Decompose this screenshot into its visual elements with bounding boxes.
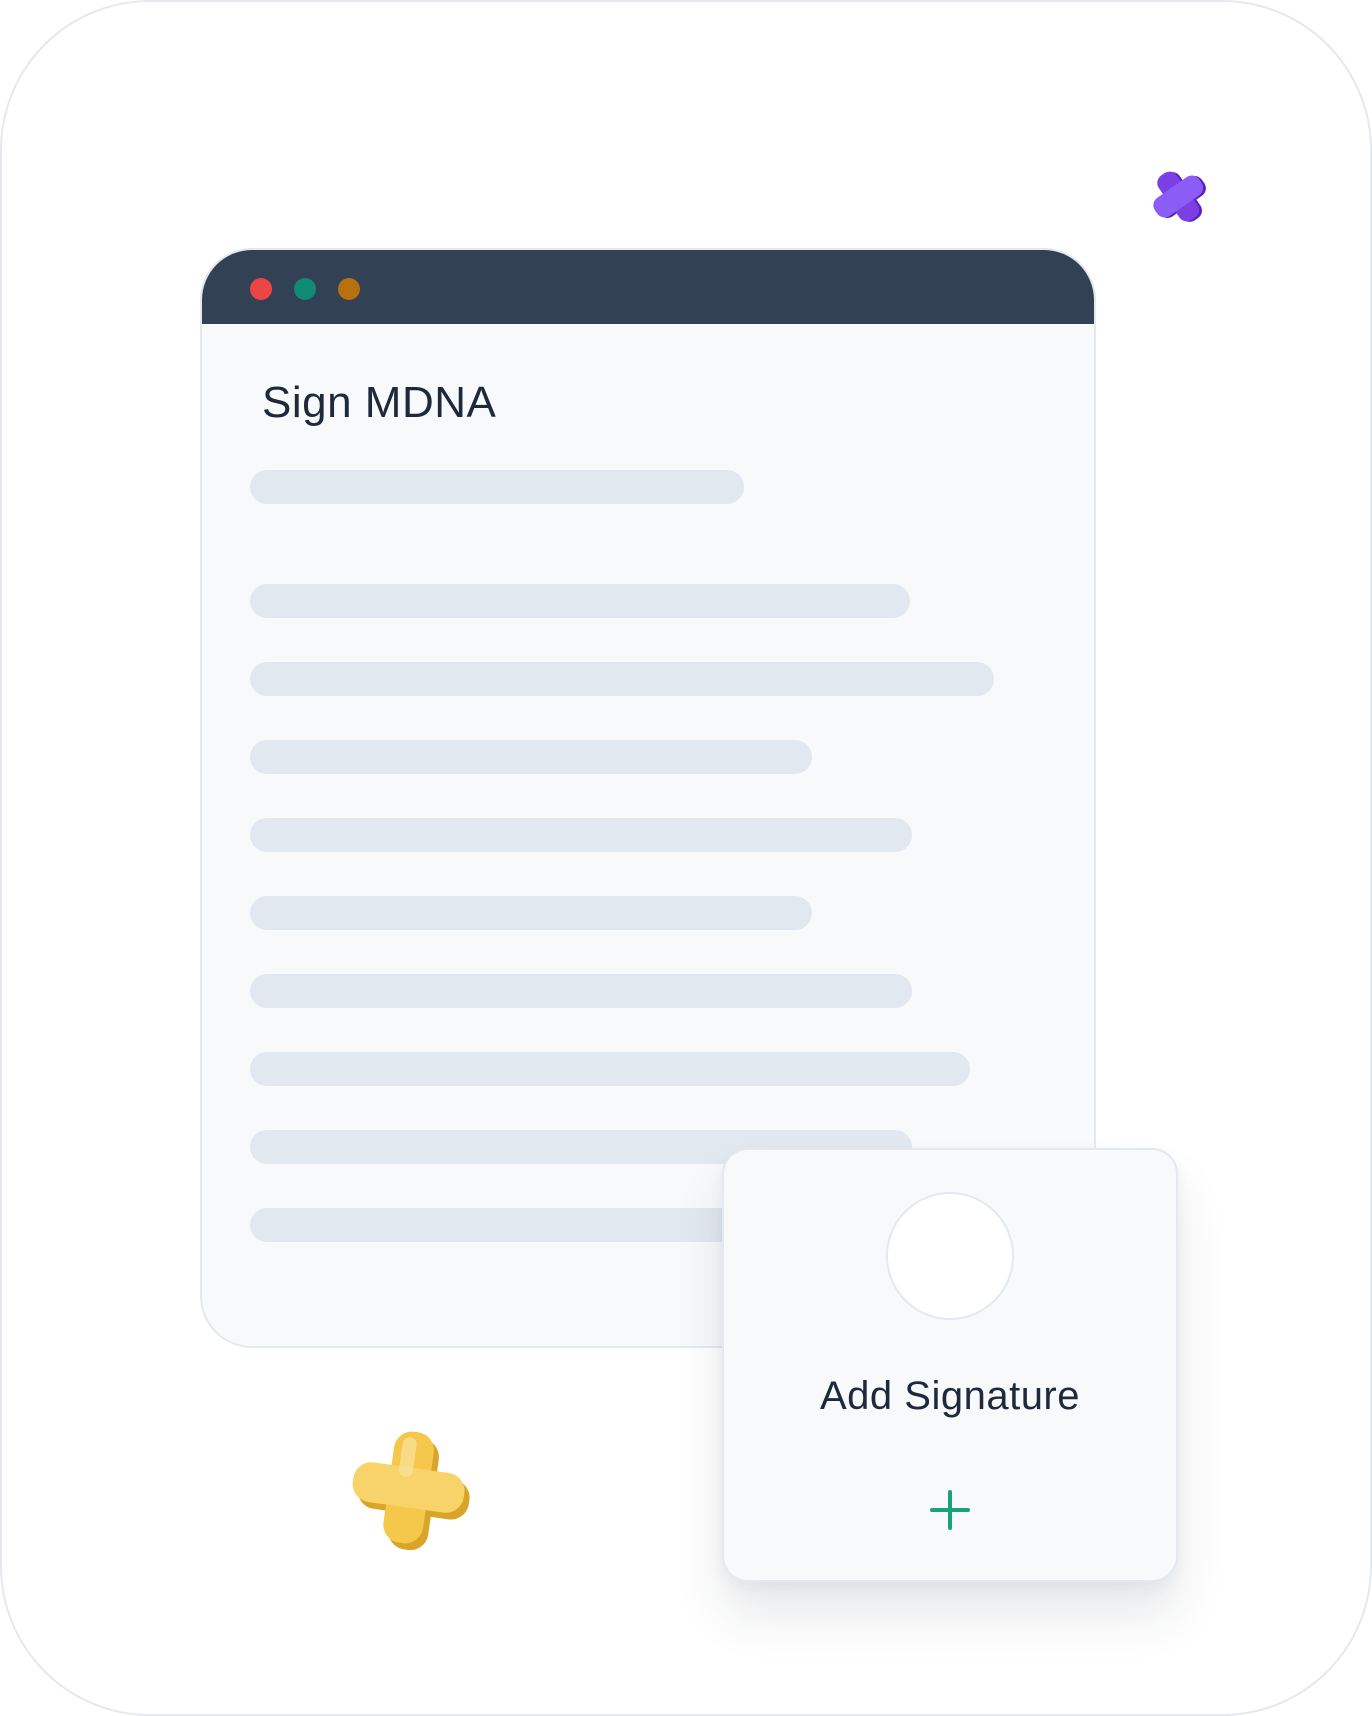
- text-placeholder-line: [250, 470, 744, 504]
- add-signature-button[interactable]: [924, 1484, 976, 1536]
- text-placeholder-line: [250, 584, 910, 618]
- text-placeholder-line: [250, 896, 812, 930]
- minimize-dot-icon[interactable]: [294, 278, 316, 300]
- text-placeholder-line: [250, 1052, 970, 1086]
- close-dot-icon[interactable]: [250, 278, 272, 300]
- signature-avatar: [886, 1192, 1014, 1320]
- text-placeholder-line: [250, 818, 912, 852]
- text-placeholder-line: [250, 662, 994, 696]
- window-titlebar: [202, 250, 1094, 324]
- text-placeholder-line: [250, 740, 812, 774]
- document-title: Sign MDNA: [262, 378, 497, 427]
- add-signature-label: Add Signature: [819, 1374, 1080, 1418]
- purple-cross-icon: [1153, 171, 1206, 222]
- maximize-dot-icon[interactable]: [338, 278, 360, 300]
- yellow-plus-icon: [352, 1431, 470, 1551]
- text-placeholder-line: [250, 974, 912, 1008]
- illustration-frame: Sign MDNA Add Signature: [0, 0, 1372, 1716]
- plus-icon: [930, 1490, 970, 1530]
- add-signature-card[interactable]: Add Signature: [722, 1148, 1178, 1582]
